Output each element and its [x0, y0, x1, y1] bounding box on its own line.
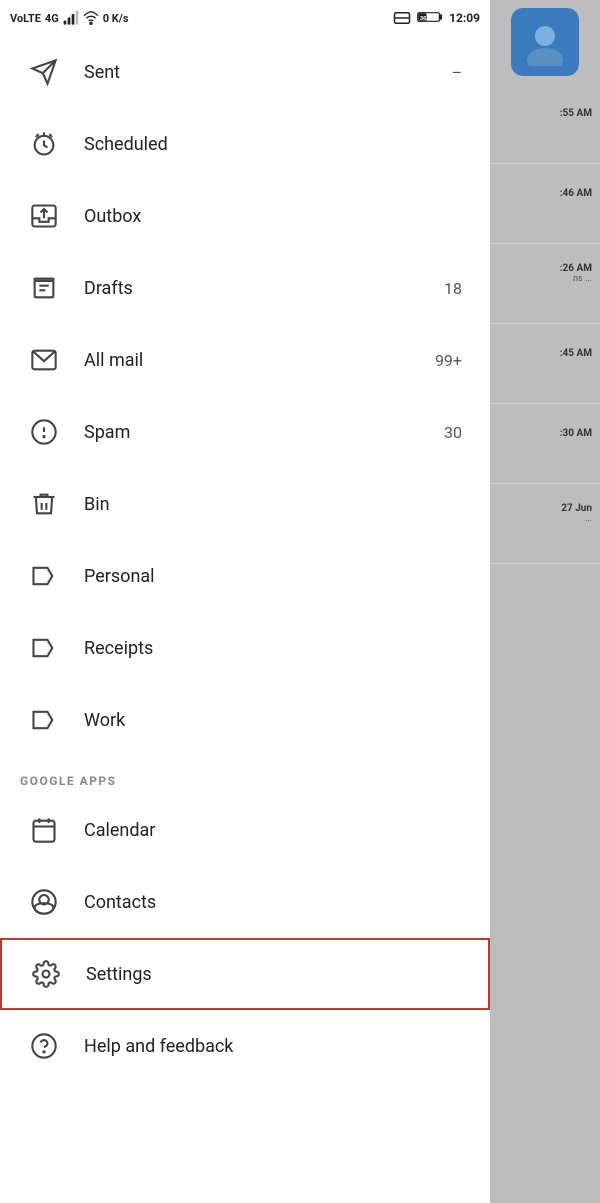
menu-item-all-mail[interactable]: All mail 99+ [0, 324, 490, 396]
email-peek-2: :46 AM ☆ [490, 164, 600, 244]
menu-list: Sent – Scheduled [0, 36, 490, 756]
status-bar: VoLTE 4G 0 K/s [0, 0, 490, 36]
spam-icon [20, 418, 68, 446]
personal-label-icon [20, 562, 68, 590]
menu-item-receipts[interactable]: Receipts [0, 612, 490, 684]
settings-label: Settings [86, 964, 468, 985]
star-icon-2[interactable]: ☆ [576, 199, 592, 220]
calendar-label: Calendar [84, 820, 470, 841]
email-time-3: :26 AM [560, 263, 592, 274]
status-right: 36 12:09 [393, 10, 480, 27]
work-label: Work [84, 710, 470, 731]
menu-item-calendar[interactable]: Calendar [0, 794, 490, 866]
wifi-icon [83, 10, 99, 26]
contacts-label: Contacts [84, 892, 470, 913]
email-time-5: :30 AM [560, 428, 592, 439]
receipts-label: Receipts [84, 638, 470, 659]
sent-label: Sent [84, 62, 452, 83]
email-peek-4: :45 AM ☆ [490, 324, 600, 404]
avatar [511, 8, 579, 76]
avatar-image [521, 18, 569, 66]
star-icon-5[interactable]: ☆ [576, 439, 592, 460]
email-peek-6: 27 Jun ... ☆ [490, 484, 600, 564]
help-icon [20, 1032, 68, 1060]
menu-item-drafts[interactable]: Drafts 18 [0, 252, 490, 324]
allmail-badge: 99+ [435, 351, 462, 370]
email-tag-3: ns ... [573, 274, 592, 284]
receipts-label-icon [20, 634, 68, 662]
battery-level: 36 [417, 10, 443, 27]
menu-item-personal[interactable]: Personal [0, 540, 490, 612]
spam-label: Spam [84, 422, 444, 443]
bottom-menu-list: Settings Help and feedback [0, 938, 490, 1082]
outbox-icon [20, 202, 68, 230]
email-time-2: :46 AM [560, 188, 592, 199]
google-apps-list: Calendar Contacts [0, 794, 490, 938]
svg-text:36: 36 [420, 16, 426, 22]
battery-icon: 36 [417, 10, 443, 24]
outbox-label: Outbox [84, 206, 470, 227]
menu-item-spam[interactable]: Spam 30 [0, 396, 490, 468]
star-icon-4[interactable]: ☆ [576, 359, 592, 380]
signal-label: 4G [45, 12, 59, 25]
status-left: VoLTE 4G 0 K/s [10, 10, 128, 26]
menu-item-scheduled[interactable]: Scheduled [0, 108, 490, 180]
menu-item-bin[interactable]: Bin [0, 468, 490, 540]
help-label: Help and feedback [84, 1036, 470, 1057]
drawer-menu: VoLTE 4G 0 K/s [0, 0, 490, 1203]
star-icon-6[interactable]: ☆ [576, 524, 592, 545]
drafts-badge: 18 [444, 279, 462, 298]
signal-bars-icon [63, 10, 79, 26]
work-label-icon [20, 706, 68, 734]
scheduled-icon [20, 130, 68, 158]
email-peek-3: :26 AM ns ... ☆ [490, 244, 600, 324]
sim-icon [393, 11, 411, 25]
star-icon-3[interactable]: ☆ [576, 284, 592, 305]
email-time-4: :45 AM [560, 348, 592, 359]
bin-label: Bin [84, 494, 470, 515]
drafts-icon [20, 274, 68, 302]
time-display: 12:09 [449, 11, 480, 25]
allmail-label: All mail [84, 350, 435, 371]
calendar-icon [20, 816, 68, 844]
menu-item-settings[interactable]: Settings [0, 938, 490, 1010]
personal-label: Personal [84, 566, 470, 587]
right-panel: :55 AM ☆ :46 AM ☆ :26 AM ns ... ☆ :45 AM… [490, 0, 600, 1203]
email-peek-5: :30 AM ☆ [490, 404, 600, 484]
email-tag-6: ... [585, 514, 592, 524]
data-speed: 0 K/s [103, 12, 129, 25]
drafts-label: Drafts [84, 278, 444, 299]
google-apps-header: GOOGLE APPS [0, 756, 490, 794]
sent-badge: – [452, 63, 463, 82]
send-icon [20, 58, 68, 86]
email-time-6: 27 Jun [561, 503, 592, 514]
allmail-icon [20, 346, 68, 374]
menu-item-help[interactable]: Help and feedback [0, 1010, 490, 1082]
menu-item-work[interactable]: Work [0, 684, 490, 756]
email-peek-1: :55 AM ☆ [490, 84, 600, 164]
star-icon-1[interactable]: ☆ [576, 119, 592, 140]
email-time-1: :55 AM [560, 108, 592, 119]
settings-icon [22, 960, 70, 988]
menu-item-contacts[interactable]: Contacts [0, 866, 490, 938]
contacts-icon [20, 888, 68, 916]
bin-icon [20, 490, 68, 518]
menu-item-outbox[interactable]: Outbox [0, 180, 490, 252]
volte-label: VoLTE [10, 12, 41, 25]
scheduled-label: Scheduled [84, 134, 470, 155]
menu-item-sent[interactable]: Sent – [0, 36, 490, 108]
spam-badge: 30 [444, 423, 462, 442]
